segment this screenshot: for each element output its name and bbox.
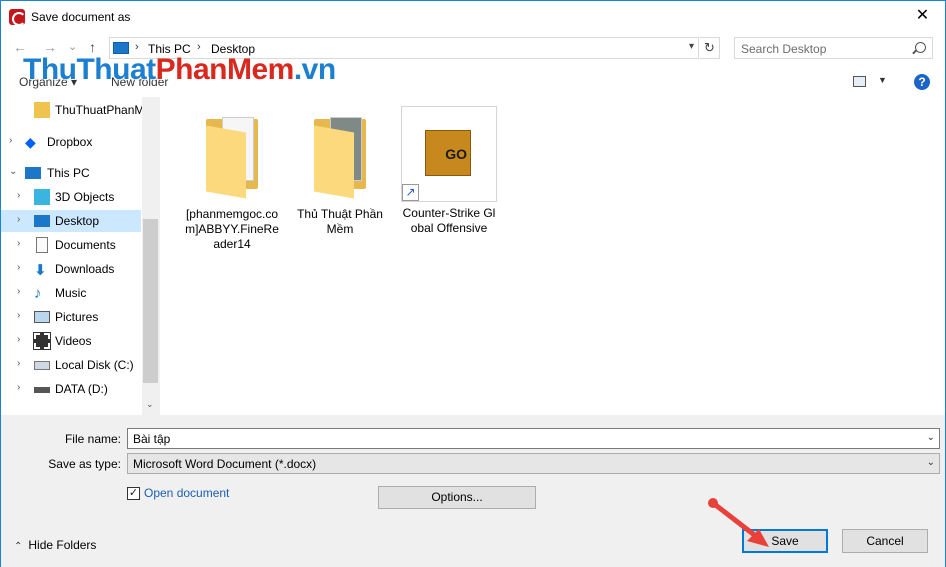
file-item-label: Thủ Thuật Phần Mềm	[297, 207, 383, 236]
chevron-right-icon[interactable]: ›	[17, 214, 20, 225]
refresh-button[interactable]: ↻	[700, 37, 720, 59]
shortcut-arrow-icon: ↗	[402, 184, 419, 201]
chevron-right-icon[interactable]: ›	[17, 262, 20, 273]
chevron-right-icon[interactable]: ›	[17, 310, 20, 321]
search-input[interactable]: Search Desktop	[734, 37, 933, 59]
download-icon: ⬇	[34, 262, 47, 279]
videos-icon	[33, 332, 51, 350]
file-item-label: Counter-Strike Global Offensive	[402, 206, 496, 235]
folder-icon	[292, 107, 388, 203]
chevron-down-icon[interactable]: ⌄	[927, 432, 935, 443]
chevron-right-icon[interactable]: ›	[9, 135, 12, 146]
sidebar-item-3d-objects[interactable]: › 3D Objects	[1, 186, 141, 208]
pictures-icon	[34, 311, 50, 323]
csgo-icon: GO	[425, 130, 471, 176]
chevron-right-icon[interactable]: ›	[197, 41, 201, 53]
file-name-value: Bài tập	[133, 432, 171, 446]
music-icon: ♪	[34, 285, 42, 302]
chevron-right-icon[interactable]: ›	[17, 334, 20, 345]
sidebar-item-local-disk-c[interactable]: › Local Disk (C:)	[1, 354, 141, 376]
drive-icon	[34, 387, 50, 393]
save-type-value: Microsoft Word Document (*.docx)	[133, 457, 317, 471]
navigation-pane: ThuThuatPhanM › ◆ Dropbox ⌄ This PC › 3D…	[1, 97, 159, 415]
chevron-right-icon[interactable]: ›	[17, 238, 20, 249]
sidebar-item-desktop[interactable]: › Desktop	[1, 210, 141, 232]
chevron-right-icon[interactable]: ›	[17, 190, 20, 201]
sidebar-item-thuthuatphanmem[interactable]: ThuThuatPhanM	[1, 99, 144, 121]
folder-icon	[184, 107, 280, 203]
computer-icon	[25, 167, 41, 179]
file-item-csgo-shortcut[interactable]: GO ↗ Counter-Strike Global Offensive	[401, 106, 497, 236]
sidebar-scrollbar[interactable]: ⌄	[142, 97, 159, 415]
sidebar-item-documents[interactable]: › Documents	[1, 234, 141, 256]
chevron-right-icon[interactable]: ›	[135, 41, 139, 53]
sidebar-item-dropbox[interactable]: › ◆ Dropbox	[1, 131, 141, 153]
folder-icon	[34, 102, 50, 118]
file-list: [phanmemgoc.com]ABBYY.FineReader14 Thủ T…	[159, 97, 945, 415]
file-name-label: File name:	[64, 432, 121, 446]
dropbox-icon: ◆	[25, 134, 36, 150]
scroll-thumb[interactable]	[143, 219, 158, 383]
file-name-input[interactable]: Bài tập ⌄	[127, 428, 940, 449]
chevron-down-icon[interactable]: ▼	[878, 75, 887, 85]
title-bar: Save document as ✕	[1, 1, 945, 32]
open-document-label[interactable]: Open document	[144, 486, 229, 500]
save-dialog: Save document as ✕ ← → ⌄ ↑ › This PC › D…	[0, 0, 946, 567]
save-options-pane: File name: Bài tập ⌄ Save as type: Micro…	[1, 415, 945, 567]
open-document-checkbox[interactable]: ✓	[127, 487, 140, 500]
sidebar-item-music[interactable]: › ♪ Music	[1, 282, 141, 304]
file-item-thu-thuat-folder[interactable]: Thủ Thuật Phần Mềm	[292, 107, 388, 237]
file-item-abbyy-folder[interactable]: [phanmemgoc.com]ABBYY.FineReader14	[184, 107, 280, 252]
search-placeholder: Search Desktop	[741, 42, 827, 56]
chevron-up-icon: ⌃	[14, 541, 23, 552]
sidebar-item-downloads[interactable]: › ⬇ Downloads	[1, 258, 141, 280]
close-button[interactable]: ✕	[900, 1, 945, 32]
help-icon[interactable]: ?	[914, 74, 930, 90]
documents-icon	[36, 237, 48, 253]
sidebar-item-pictures[interactable]: › Pictures	[1, 306, 141, 328]
window-title: Save document as	[31, 10, 131, 24]
annotation-arrow-icon	[708, 498, 769, 547]
chevron-down-icon[interactable]: ⌄	[927, 457, 935, 468]
save-type-label: Save as type:	[48, 457, 121, 471]
search-icon	[915, 42, 926, 53]
sidebar-item-videos[interactable]: › Videos	[1, 330, 141, 352]
chevron-right-icon[interactable]: ›	[17, 286, 20, 297]
watermark-logo: ThuThuatPhanMem.vn	[23, 53, 336, 86]
desktop-icon	[34, 215, 50, 227]
chevron-right-icon[interactable]: ›	[17, 382, 20, 393]
hide-folders-button[interactable]: ⌃ Hide Folders	[14, 538, 96, 552]
cancel-button[interactable]: Cancel	[842, 529, 928, 553]
chevron-down-icon[interactable]: ⌄	[9, 166, 17, 177]
app-logo-icon	[9, 9, 26, 26]
chevron-down-icon[interactable]: ⌄	[146, 399, 154, 410]
chevron-down-icon[interactable]: ▾	[689, 41, 694, 52]
disk-icon	[34, 361, 50, 370]
cube-icon	[34, 189, 50, 205]
save-type-select[interactable]: Microsoft Word Document (*.docx) ⌄	[127, 453, 940, 474]
file-item-label: [phanmemgoc.com]ABBYY.FineReader14	[185, 207, 279, 251]
sidebar-item-this-pc[interactable]: ⌄ This PC	[1, 162, 141, 184]
options-button[interactable]: Options...	[378, 486, 536, 509]
sidebar-item-data-d[interactable]: › DATA (D:)	[1, 378, 141, 400]
view-options-icon[interactable]	[853, 76, 866, 87]
chevron-right-icon[interactable]: ›	[17, 358, 20, 369]
recent-locations-button[interactable]: ⌄	[68, 40, 77, 53]
